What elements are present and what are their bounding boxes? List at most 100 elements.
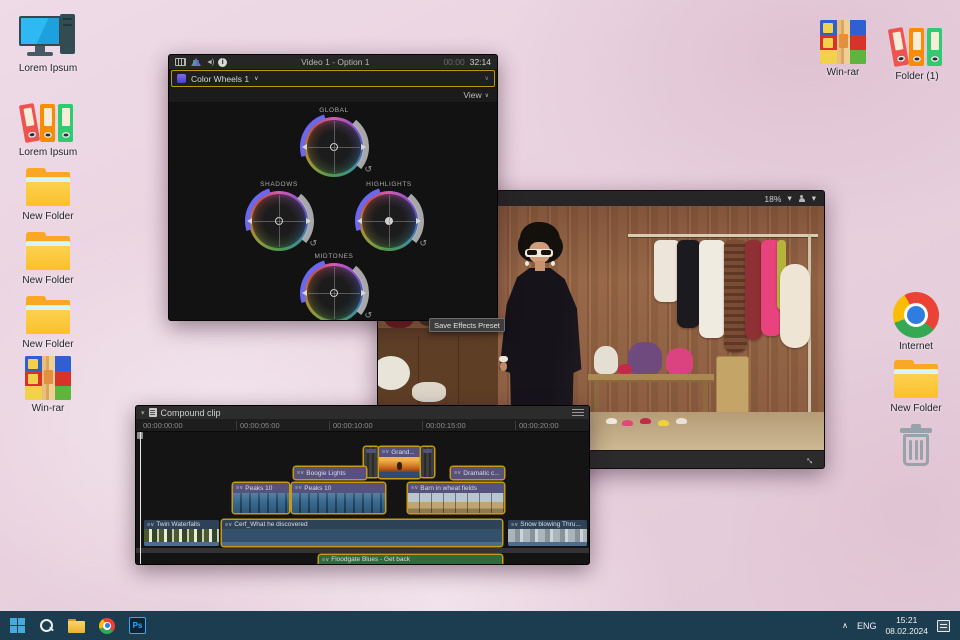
clock-time: 15:21	[896, 614, 918, 625]
desktop-icon-internet[interactable]: Internet	[870, 290, 960, 352]
view-menu[interactable]: View	[463, 90, 481, 100]
color-wheel[interactable]	[233, 175, 325, 267]
search-icon[interactable]	[39, 618, 54, 633]
clip-twin-waterfalls[interactable]: ≡∨ Twin Waterfalls	[144, 520, 219, 546]
effect-checkbox[interactable]	[177, 74, 186, 83]
color-wheels-window[interactable]: ◄) i Video 1 - Option 1 00:00 32:14 Colo…	[168, 54, 498, 321]
desktop-icon-folder-1-binders[interactable]: Folder (1)	[874, 20, 960, 82]
notification-center-icon[interactable]	[937, 619, 950, 632]
clock[interactable]: 15:21 08.02.2024	[885, 615, 928, 636]
brightness-arc[interactable]	[295, 254, 373, 320]
reset-icon[interactable]: ↺	[309, 238, 317, 249]
wheel-global[interactable]: GLOBAL ↺	[288, 101, 380, 193]
filmstrip-icon[interactable]	[175, 58, 186, 66]
clip-floodgate-audio[interactable]: ≡∨ Floodgate Blues - Get back	[319, 555, 502, 564]
color-wheels-panel: GLOBAL ↺ SHADOWS ↺ HIGHLIGHTS ↺ MIDTONES…	[169, 101, 497, 320]
clip-peaks-10-b[interactable]: ≡∨ Peaks 10	[292, 483, 385, 513]
wheel-shadows[interactable]: SHADOWS ↺	[233, 175, 325, 267]
wheel-handle[interactable]	[330, 143, 338, 151]
desktop-icon-winrar[interactable]: Win-rar	[2, 352, 94, 414]
wheel-highlights[interactable]: HIGHLIGHTS ↺	[343, 175, 435, 267]
color-wheel[interactable]	[288, 247, 380, 320]
suitcase	[716, 356, 749, 414]
model-hand	[500, 362, 507, 371]
fullscreen-button[interactable]: ↔	[802, 451, 818, 467]
wheel-midtones[interactable]: MIDTONES ↺	[288, 247, 380, 320]
maroon-garment	[745, 240, 762, 340]
view-chevron-icon[interactable]: ∨	[485, 92, 489, 99]
clip-dramatic[interactable]: ≡∨ Dramatic c...	[451, 467, 504, 479]
clip-snow[interactable]: ≡∨ Snow blowing Thru...	[508, 520, 587, 546]
playhead[interactable]	[140, 432, 141, 564]
color-wheel[interactable]	[288, 101, 380, 193]
clip-menu-icon: ≡∨	[454, 470, 462, 476]
desktop-icon-label: Lorem Ipsum	[18, 63, 78, 74]
clip-label: Dramatic c...	[463, 469, 500, 477]
save-effects-preset-button[interactable]: Save Effects Preset	[429, 318, 505, 332]
desktop-icon-computer[interactable]: Lorem Ipsum	[2, 12, 94, 74]
clip-label: Twin Waterfalls	[156, 521, 201, 528]
cream-ruffle-garment	[780, 264, 810, 348]
clip-grand[interactable]: ≡∨ Grand...	[379, 447, 420, 478]
wheel-handle[interactable]	[275, 217, 283, 225]
clock-date: 08.02.2024	[885, 625, 928, 636]
color-window-titlebar[interactable]: ◄) i Video 1 - Option 1 00:00 32:14	[169, 55, 497, 69]
earring	[551, 261, 555, 266]
trash-icon	[897, 422, 935, 468]
timeline-titlebar[interactable]: ▾ Compound clip	[136, 406, 589, 419]
reset-icon[interactable]: ↺	[419, 238, 427, 249]
clip-barn[interactable]: ≡∨ Barn in wheat fields	[408, 483, 504, 513]
clip-boogie-lights[interactable]: ≡∨ Boogie Lights	[294, 467, 366, 479]
desktop-icon-label: New Folder	[22, 339, 74, 350]
transition-clip[interactable]	[421, 447, 434, 477]
start-button[interactable]	[10, 618, 25, 633]
transition-clip[interactable]	[364, 447, 378, 477]
language-indicator[interactable]: ENG	[857, 621, 877, 631]
desktop-icon-recycle-bin[interactable]	[870, 420, 960, 468]
preset-chevron-icon[interactable]: ∨	[254, 75, 258, 82]
reset-icon[interactable]: ↺	[364, 310, 372, 320]
earring	[525, 261, 529, 266]
folder-icon	[24, 296, 72, 336]
speaker-icon[interactable]: ◄)	[206, 59, 214, 66]
viewer-zoom-level[interactable]: 18%	[764, 194, 781, 204]
file-explorer-icon[interactable]	[68, 618, 85, 633]
clip-peaks-10-a[interactable]: ≡∨ Peaks 10	[233, 483, 289, 513]
color-wheel[interactable]	[343, 175, 435, 267]
clip-cerf[interactable]: ≡∨ Cerf_What he discovered	[222, 520, 502, 546]
color-triangle-icon[interactable]	[191, 58, 201, 66]
zoom-dropdown-arrow-icon[interactable]: ▾	[787, 193, 791, 204]
desktop-icon-folder-1[interactable]: New Folder	[2, 160, 94, 222]
clip-label: Boogie Lights	[306, 469, 346, 477]
preset-name[interactable]: Color Wheels 1	[191, 74, 249, 84]
clip-label: Grand...	[391, 448, 415, 456]
desktop-icon-binders[interactable]: Lorem Ipsum	[2, 96, 94, 158]
desktop-icon-folder-3[interactable]: New Folder	[2, 288, 94, 350]
color-wheels-preset-row[interactable]: Color Wheels 1 ∨ ∨	[171, 70, 495, 87]
reset-icon[interactable]: ↺	[364, 164, 372, 175]
view-options-icon[interactable]	[798, 194, 806, 203]
timeline-tracks[interactable]: ≡∨ Grand... ≡∨ Boogie Lights ≡∨ Dramatic c.…	[136, 432, 589, 564]
desktop-icon-folder-right[interactable]: New Folder	[870, 352, 960, 414]
clothes-rack-rail	[628, 234, 818, 237]
info-icon[interactable]: i	[218, 57, 228, 67]
clip-menu-icon: ≡∨	[322, 556, 330, 563]
timecode-hours: 00:00	[443, 57, 465, 67]
desktop-icon-label: Folder (1)	[895, 71, 939, 82]
timeline-ruler[interactable]: 00:00:00:00 00:00:05:00 00:00:10:00 00:0…	[136, 419, 589, 432]
wheel-handle[interactable]	[330, 289, 338, 297]
photoshop-taskbar-icon[interactable]: Ps	[129, 617, 146, 634]
wheel-handle[interactable]	[385, 217, 393, 225]
desktop-icon-folder-2[interactable]: New Folder	[2, 224, 94, 286]
view-options-arrow-icon[interactable]: ▾	[812, 193, 816, 204]
shoe	[676, 418, 687, 424]
timeline-menu-icon[interactable]	[572, 409, 584, 416]
collapse-chevron-icon[interactable]: ▾	[141, 409, 145, 417]
clip-menu-icon: ≡∨	[411, 485, 419, 491]
tray-chevron-icon[interactable]: ∧	[842, 621, 848, 630]
ruler-timecode: 00:00:00:00	[143, 421, 183, 430]
row-chevron-icon[interactable]: ∨	[485, 75, 489, 82]
timeline-window[interactable]: ▾ Compound clip 00:00:00:00 00:00:05:00 …	[135, 405, 590, 565]
clip-label: Peaks 10	[245, 484, 273, 492]
chrome-taskbar-icon[interactable]	[99, 617, 115, 634]
